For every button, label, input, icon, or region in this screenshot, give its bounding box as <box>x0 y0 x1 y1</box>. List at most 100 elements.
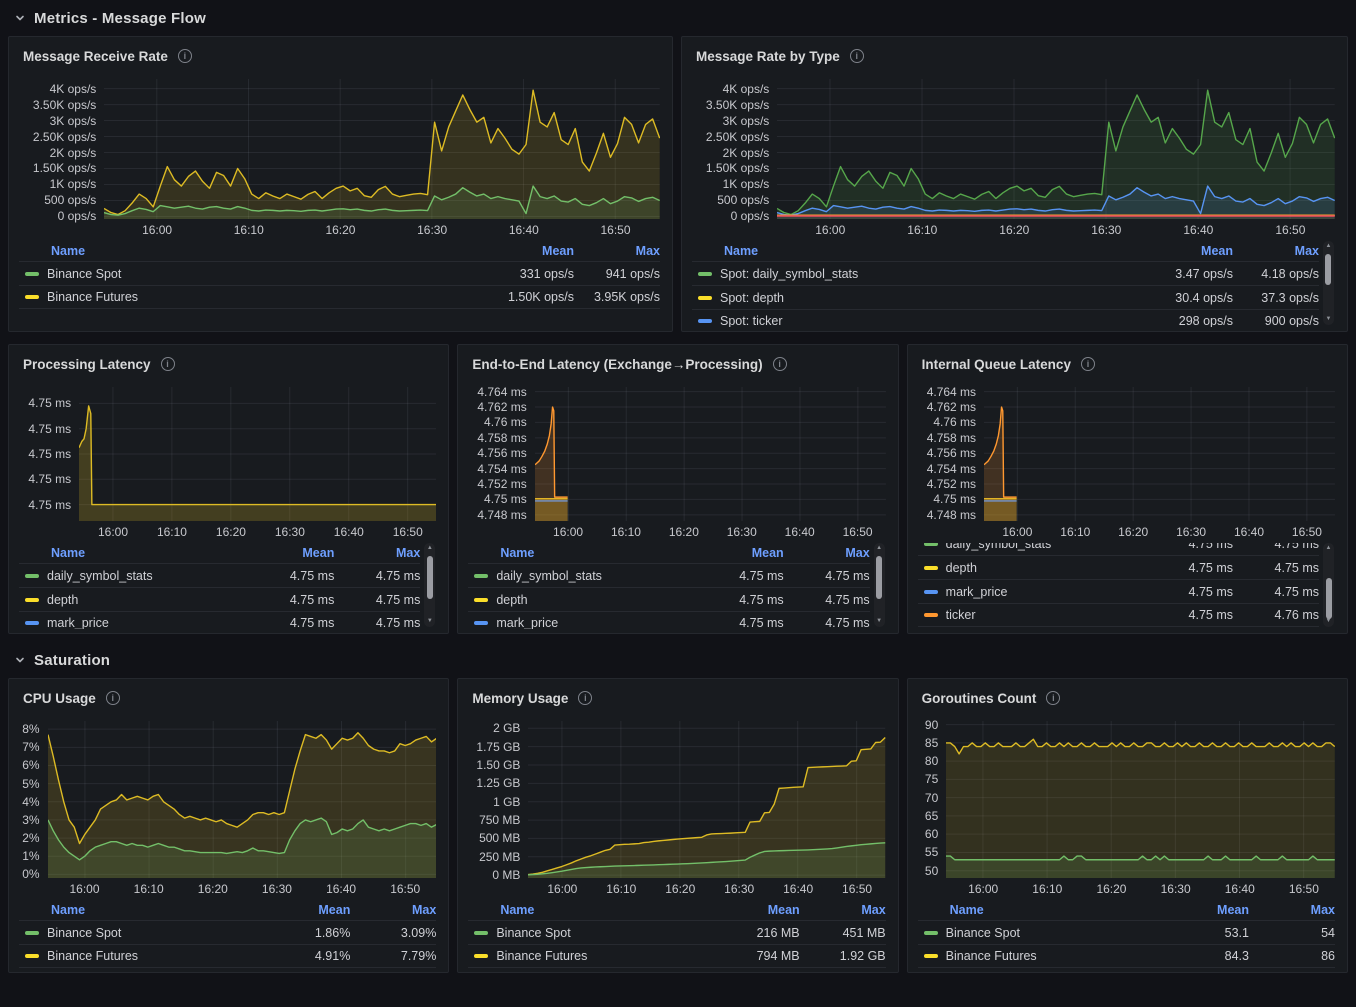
chart-canvas[interactable] <box>79 387 436 521</box>
info-icon[interactable]: i <box>578 691 592 705</box>
legend-label: mark_price <box>496 616 683 629</box>
legend-col-max[interactable]: Max <box>334 546 420 560</box>
legend-item[interactable]: depth4.75 ms4.75 ms <box>19 587 420 611</box>
x-axis-tick-label: 16:00 <box>142 223 172 237</box>
scrollbar-thumb[interactable] <box>1326 578 1332 618</box>
legend: NameMeanMax daily_symbol_stats4.75 ms4.75… <box>468 543 885 629</box>
legend-col-name[interactable]: Name <box>922 903 1149 917</box>
legend-mean-value: 4.75 ms <box>684 616 784 629</box>
y-axis-tick-label: 0 ops/s <box>58 209 97 223</box>
series-color-swatch <box>474 954 488 958</box>
legend-item[interactable]: mark_price4.75 ms4.75 ms <box>19 611 420 629</box>
legend-item[interactable]: depth4.75 ms4.75 ms <box>918 555 1319 579</box>
legend-label: daily_symbol_stats <box>946 543 1133 551</box>
legend-col-mean[interactable]: Mean <box>474 244 574 258</box>
info-icon[interactable]: i <box>850 49 864 63</box>
legend-col-name[interactable]: Name <box>472 903 699 917</box>
legend-col-mean[interactable]: Mean <box>1133 244 1233 258</box>
legend-header: NameMeanMax <box>19 241 660 261</box>
legend-col-mean[interactable]: Mean <box>234 546 334 560</box>
panel-header: Message Rate by Typei <box>692 43 1335 69</box>
legend-col-max[interactable]: Max <box>350 903 436 917</box>
row-header-saturation[interactable]: Saturation <box>0 642 1356 674</box>
legend-item[interactable]: Binance Spot53.154 <box>918 920 1335 944</box>
legend-col-max[interactable]: Max <box>1233 244 1319 258</box>
legend-scrollbar[interactable]: ▲▼ <box>874 543 885 627</box>
legend-col-mean[interactable]: Mean <box>1149 903 1249 917</box>
chart-canvas[interactable] <box>528 721 885 878</box>
y-axis-tick-label: 1K ops/s <box>50 177 97 191</box>
legend-item[interactable]: Spot: daily_symbol_stats3.47 ops/s4.18 o… <box>692 261 1319 285</box>
legend-item[interactable]: Binance Futures794 MB1.92 GB <box>468 944 885 968</box>
scroll-up-icon[interactable]: ▲ <box>874 543 885 554</box>
scroll-up-icon[interactable]: ▲ <box>1323 543 1334 554</box>
info-icon[interactable]: i <box>1046 691 1060 705</box>
legend-content: NameMeanMaxdaily_symbol_stats4.75 ms4.75… <box>918 543 1335 627</box>
legend-mean-value: 30.4 ops/s <box>1133 291 1233 305</box>
legend-content: NameMeanMax Binance Spot216 MB451 MBBinan… <box>468 900 885 968</box>
scroll-down-icon[interactable]: ▼ <box>424 616 435 627</box>
legend-col-name[interactable]: Name <box>696 244 1133 258</box>
info-icon[interactable]: i <box>161 357 175 371</box>
legend-item[interactable]: Binance Futures4.91%7.79% <box>19 944 436 968</box>
chart-canvas[interactable] <box>777 79 1335 219</box>
scrollbar-thumb[interactable] <box>427 556 433 600</box>
info-icon[interactable]: i <box>773 357 787 371</box>
legend-scrollbar[interactable]: ▲▼ <box>1323 543 1334 627</box>
legend-col-max[interactable]: Max <box>574 244 660 258</box>
panel-header: End-to-End Latency (Exchange→Processing)… <box>468 351 885 377</box>
legend-item[interactable]: daily_symbol_stats4.75 ms4.75 ms <box>918 543 1319 555</box>
scroll-up-icon[interactable]: ▲ <box>424 543 435 554</box>
row-header-metrics-message-flow[interactable]: Metrics - Message Flow <box>0 0 1356 32</box>
y-axis-tick-label: 4.756 ms <box>927 446 976 460</box>
chart-canvas[interactable] <box>535 387 886 521</box>
legend-item[interactable]: Binance Spot1.86%3.09% <box>19 920 436 944</box>
x-axis-tick-label: 16:00 <box>98 525 128 539</box>
legend-item[interactable]: Binance Spot331 ops/s941 ops/s <box>19 261 660 285</box>
legend-col-max[interactable]: Max <box>1249 903 1335 917</box>
scroll-down-icon[interactable]: ▼ <box>1323 314 1334 325</box>
legend-col-name[interactable]: Name <box>23 903 250 917</box>
legend-col-mean[interactable]: Mean <box>684 546 784 560</box>
y-axis: 908580757065605550 <box>918 721 947 878</box>
legend-item[interactable]: Binance Spot216 MB451 MB <box>468 920 885 944</box>
legend-item[interactable]: daily_symbol_stats4.75 ms4.75 ms <box>19 563 420 587</box>
chart-canvas[interactable] <box>104 79 660 219</box>
x-axis: 16:0016:1016:2016:3016:4016:50 <box>528 878 885 898</box>
legend-item[interactable]: mark_price4.75 ms4.75 ms <box>468 611 869 629</box>
legend-col-name[interactable]: Name <box>472 546 683 560</box>
legend-col-name[interactable]: Name <box>23 546 234 560</box>
legend-scrollbar[interactable]: ▲▼ <box>424 543 435 627</box>
legend-item[interactable]: Binance Futures1.50K ops/s3.95K ops/s <box>19 285 660 309</box>
scrollbar-thumb[interactable] <box>1325 254 1331 284</box>
series-color-swatch <box>698 272 712 276</box>
legend-item[interactable]: mark_price4.75 ms4.75 ms <box>918 579 1319 603</box>
panel-message-rate-by-type: Message Rate by Typei4K ops/s3.50K ops/s… <box>681 36 1348 332</box>
legend-col-max[interactable]: Max <box>800 903 886 917</box>
legend-col-max[interactable]: Max <box>784 546 870 560</box>
x-axis: 16:0016:1016:2016:3016:4016:50 <box>104 219 660 239</box>
panel-header: Internal Queue Latencyi <box>918 351 1335 377</box>
scroll-down-icon[interactable]: ▼ <box>874 616 885 627</box>
info-icon[interactable]: i <box>178 49 192 63</box>
chart-canvas[interactable] <box>48 721 437 878</box>
legend-col-mean[interactable]: Mean <box>250 903 350 917</box>
panel-grid-mid: Processing Latencyi4.75 ms4.75 ms4.75 ms… <box>0 340 1356 642</box>
legend-col-mean[interactable]: Mean <box>700 903 800 917</box>
scrollbar-thumb[interactable] <box>876 556 882 600</box>
legend-item[interactable]: daily_symbol_stats4.75 ms4.75 ms <box>468 563 869 587</box>
legend-item[interactable]: depth4.75 ms4.75 ms <box>468 587 869 611</box>
legend-item[interactable]: Spot: depth30.4 ops/s37.3 ops/s <box>692 285 1319 309</box>
scroll-up-icon[interactable]: ▲ <box>1323 241 1334 252</box>
info-icon[interactable]: i <box>1081 357 1095 371</box>
chart-canvas[interactable] <box>946 721 1335 878</box>
legend-item[interactable]: Spot: ticker298 ops/s900 ops/s <box>692 309 1319 327</box>
chart-canvas[interactable] <box>984 387 1335 521</box>
info-icon[interactable]: i <box>106 691 120 705</box>
legend-item[interactable]: ticker4.75 ms4.76 ms <box>918 603 1319 627</box>
legend-label: Spot: depth <box>720 291 1133 305</box>
legend-scrollbar[interactable]: ▲▼ <box>1323 241 1334 325</box>
legend-col-name[interactable]: Name <box>23 244 474 258</box>
plot-area: 4.75 ms4.75 ms4.75 ms4.75 ms4.75 ms <box>19 377 436 521</box>
legend-item[interactable]: Binance Futures84.386 <box>918 944 1335 968</box>
